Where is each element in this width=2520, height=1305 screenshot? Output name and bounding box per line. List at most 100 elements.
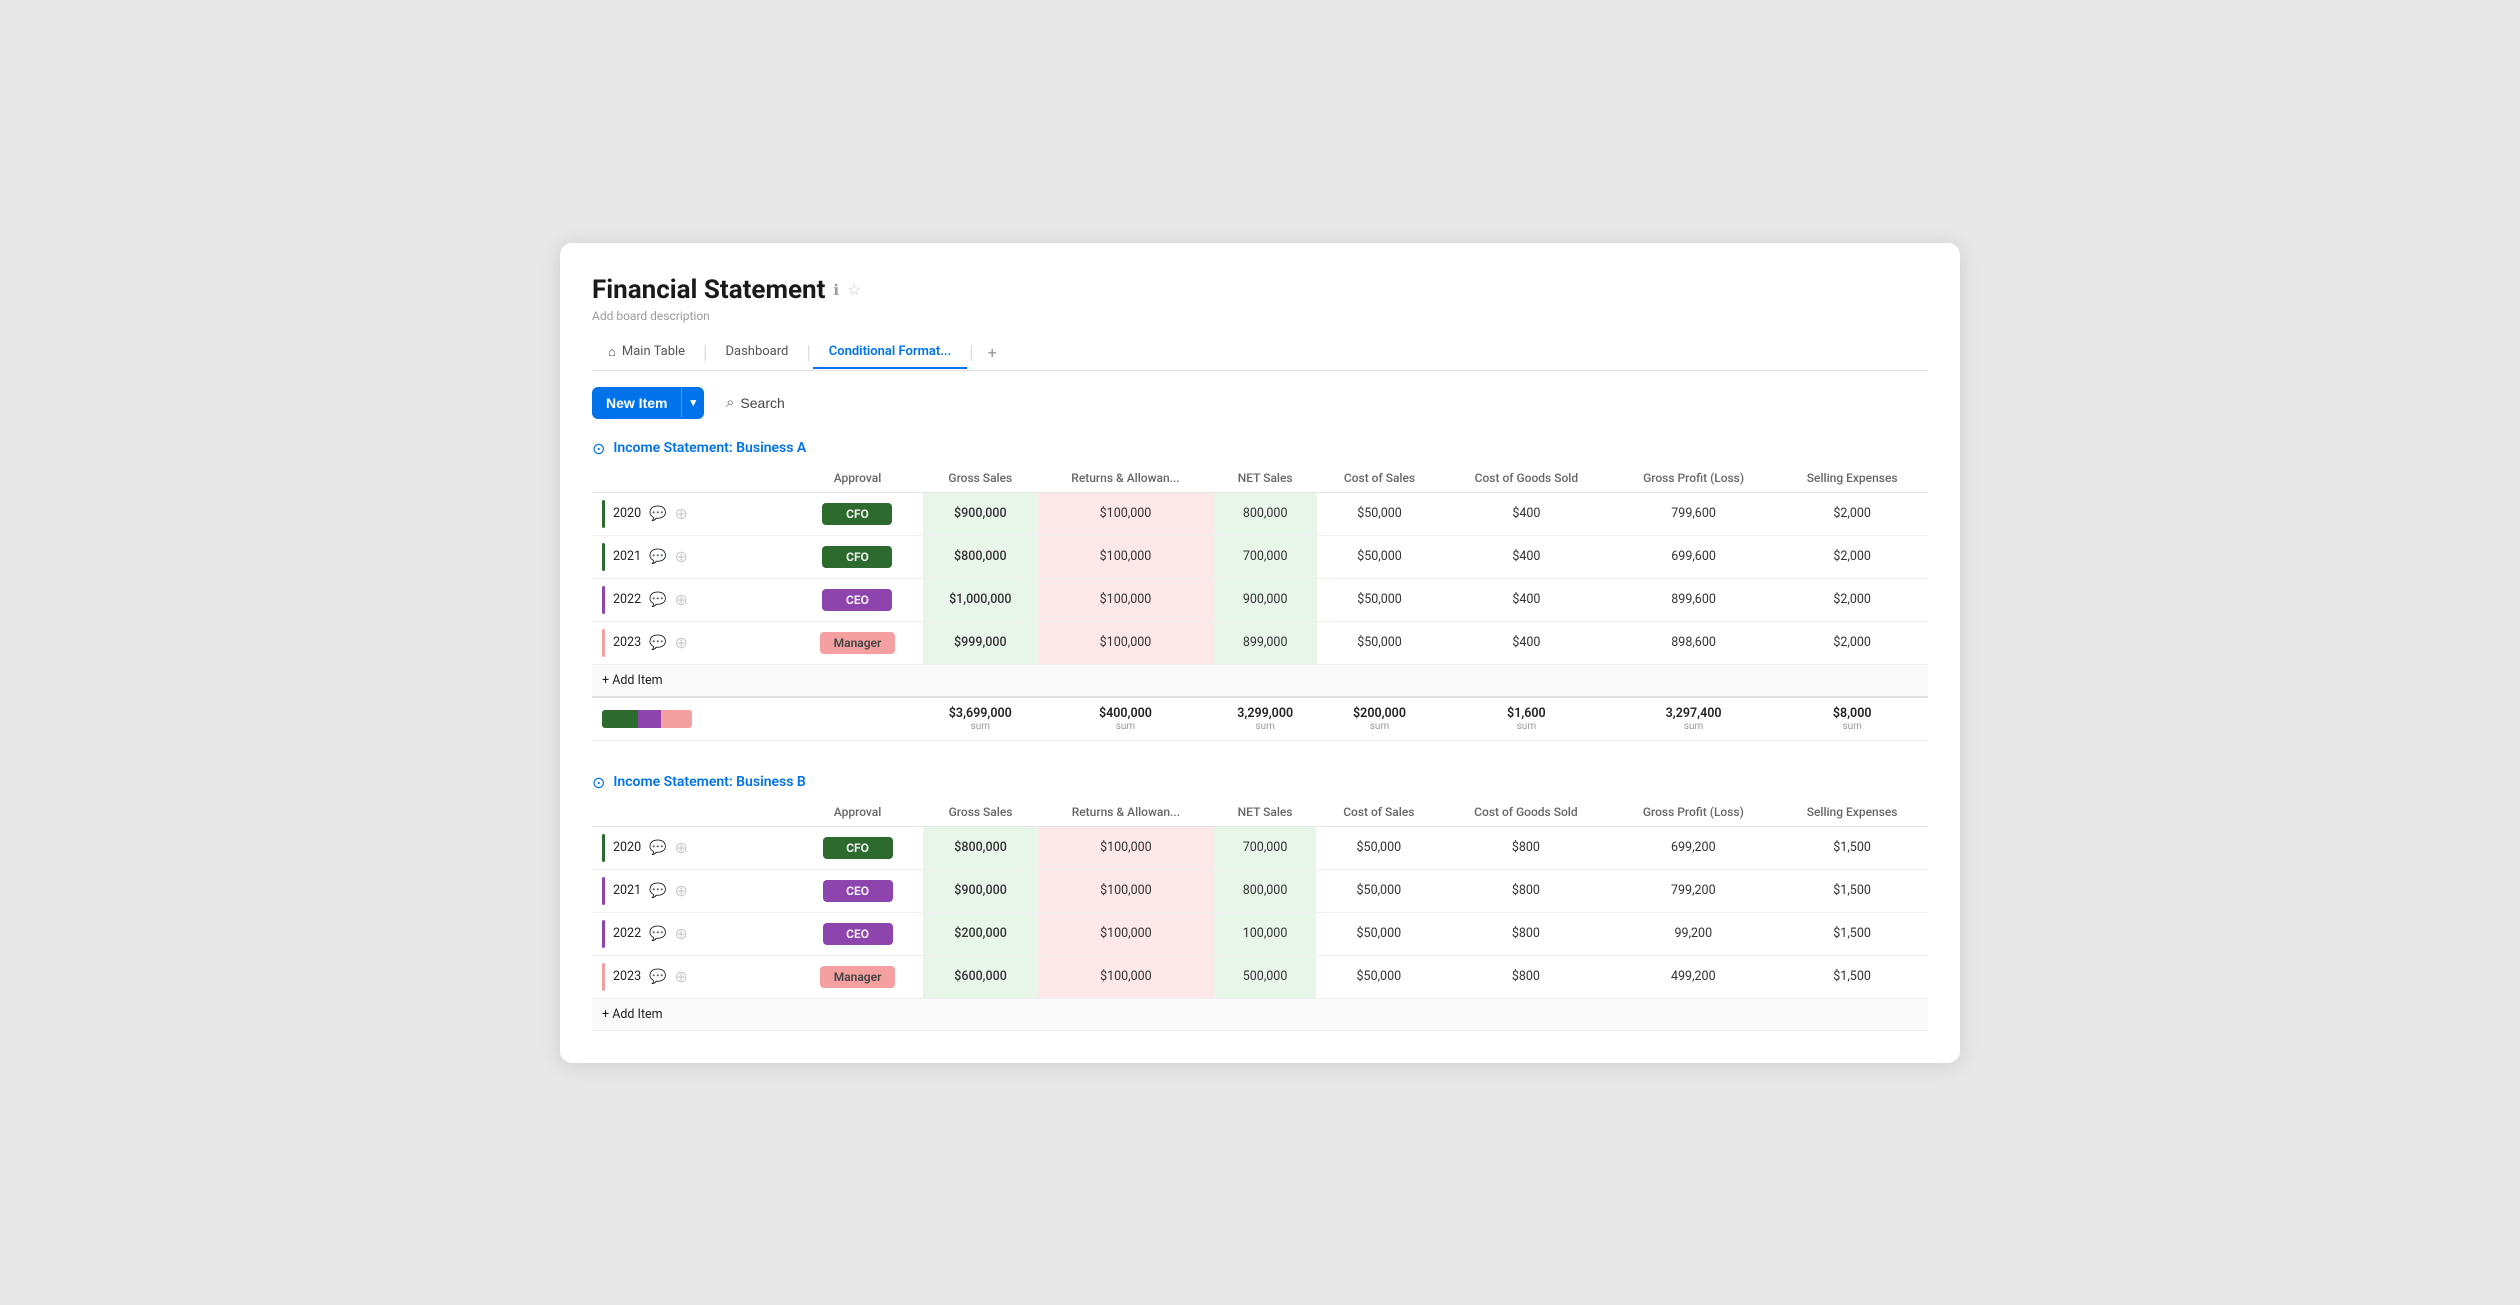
cell-returns: $100,000 — [1038, 535, 1214, 578]
comment-icon[interactable]: 💬 — [649, 883, 666, 899]
add-icon[interactable]: ⊕ — [675, 838, 688, 857]
col-header-cost-goods-b: Cost of Goods Sold — [1441, 798, 1610, 827]
new-item-caret[interactable]: ▾ — [681, 388, 704, 417]
tab-conditional-format-label: Conditional Format... — [829, 344, 952, 359]
section-header-a: ⊙ Income Statement: Business A — [592, 439, 1928, 458]
cell-cost-sales: $50,000 — [1317, 492, 1442, 535]
cell-cost-goods: $400 — [1442, 578, 1611, 621]
cell-year: 2021 💬 ⊕ — [592, 535, 792, 578]
table-row: 2021 💬 ⊕ CFO $800,000 $100,000 700,000 $… — [592, 535, 1928, 578]
cell-gross-profit: 699,600 — [1611, 535, 1777, 578]
add-item-label[interactable]: + Add Item — [592, 998, 1928, 1030]
approval-badge: CFO — [822, 503, 892, 525]
chevron-b-icon[interactable]: ⊙ — [592, 773, 605, 792]
summary-gross-sales: $3,699,000 sum — [923, 697, 1038, 741]
cell-cost-sales: $50,000 — [1317, 535, 1442, 578]
tab-main-table[interactable]: ⌂ Main Table — [592, 336, 701, 370]
cell-year: 2020 💬 ⊕ — [592, 492, 792, 535]
cell-cost-sales: $50,000 — [1317, 621, 1442, 664]
cell-gross-profit: 799,600 — [1611, 492, 1777, 535]
comment-icon[interactable]: 💬 — [649, 592, 666, 608]
search-icon: ⌕ — [726, 394, 734, 411]
home-icon: ⌂ — [608, 344, 616, 360]
summary-row: $3,699,000 sum $400,000 sum 3,299,000 su… — [592, 697, 1928, 741]
approval-badge: Manager — [820, 966, 896, 988]
cell-returns: $100,000 — [1038, 578, 1214, 621]
cell-net-sales: 700,000 — [1214, 826, 1317, 869]
search-button[interactable]: ⌕ Search — [716, 388, 795, 417]
table-row: 2022 💬 ⊕ CEO $1,000,000 $100,000 900,000… — [592, 578, 1928, 621]
cell-returns: $100,000 — [1038, 826, 1214, 869]
cell-gross-profit: 99,200 — [1610, 912, 1776, 955]
tab-dashboard[interactable]: Dashboard — [709, 336, 804, 369]
table-row: 2023 💬 ⊕ Manager $999,000 $100,000 899,0… — [592, 621, 1928, 664]
cell-cost-sales: $50,000 — [1316, 912, 1441, 955]
tab-conditional-format[interactable]: Conditional Format... — [813, 336, 968, 369]
approval-badge: CEO — [823, 880, 893, 902]
table-business-b: Approval Gross Sales Returns & Allowan..… — [592, 798, 1928, 1031]
add-item-row[interactable]: + Add Item — [592, 998, 1928, 1030]
summary-color-cell — [592, 697, 792, 741]
approval-badge: CFO — [822, 546, 892, 568]
cell-approval: CEO — [792, 912, 923, 955]
comment-icon[interactable]: 💬 — [649, 549, 666, 565]
col-header-approval-a: Approval — [792, 464, 923, 493]
cell-net-sales: 700,000 — [1213, 535, 1317, 578]
cell-year: 2020 💬 ⊕ — [592, 826, 792, 869]
cell-approval: Manager — [792, 621, 923, 664]
col-header-gross-sales-b: Gross Sales — [923, 798, 1038, 827]
summary-gross-profit: 3,297,400 sum — [1611, 697, 1777, 741]
add-icon[interactable]: ⊕ — [675, 881, 688, 900]
star-icon[interactable]: ☆ — [847, 280, 861, 299]
add-item-row[interactable]: + Add Item — [592, 664, 1928, 697]
cell-selling-exp: $2,000 — [1776, 492, 1928, 535]
info-icon[interactable]: ℹ — [833, 281, 839, 299]
chevron-a-icon[interactable]: ⊙ — [592, 439, 605, 458]
cell-net-sales: 800,000 — [1214, 869, 1317, 912]
new-item-button[interactable]: New Item ▾ — [592, 387, 704, 419]
col-header-returns-a: Returns & Allowan... — [1038, 464, 1214, 493]
page-title: Financial Statement — [592, 275, 825, 305]
comment-icon[interactable]: 💬 — [649, 840, 666, 856]
tab-add-button[interactable]: + — [976, 335, 1009, 370]
summary-approval-spacer — [792, 697, 923, 741]
cell-approval: CEO — [792, 869, 923, 912]
cell-approval: CEO — [792, 578, 923, 621]
add-icon[interactable]: ⊕ — [675, 967, 688, 986]
add-icon[interactable]: ⊕ — [675, 590, 688, 609]
cell-selling-exp: $1,500 — [1776, 826, 1928, 869]
col-header-cost-sales-b: Cost of Sales — [1316, 798, 1441, 827]
cell-cost-goods: $800 — [1441, 869, 1610, 912]
add-icon[interactable]: ⊕ — [675, 924, 688, 943]
cell-year: 2022 💬 ⊕ — [592, 578, 792, 621]
comment-icon[interactable]: 💬 — [649, 506, 666, 522]
cell-net-sales: 500,000 — [1214, 955, 1317, 998]
comment-icon[interactable]: 💬 — [649, 635, 666, 651]
comment-icon[interactable]: 💬 — [649, 926, 666, 942]
col-header-approval-b: Approval — [792, 798, 923, 827]
cell-year: 2023 💬 ⊕ — [592, 621, 792, 664]
add-icon[interactable]: ⊕ — [675, 633, 688, 652]
approval-badge: Manager — [820, 632, 896, 654]
cell-net-sales: 900,000 — [1213, 578, 1317, 621]
add-icon[interactable]: ⊕ — [675, 504, 688, 523]
board-description[interactable]: Add board description — [592, 309, 1928, 323]
cell-gross-sales: $999,000 — [923, 621, 1038, 664]
cell-cost-goods: $400 — [1442, 535, 1611, 578]
col-header-cost-goods-a: Cost of Goods Sold — [1442, 464, 1611, 493]
cell-cost-sales: $50,000 — [1317, 578, 1442, 621]
tabs-row: ⌂ Main Table | Dashboard | Conditional F… — [592, 335, 1928, 371]
cell-cost-sales: $50,000 — [1316, 869, 1441, 912]
section-title-a: Income Statement: Business A — [613, 440, 806, 456]
add-item-label[interactable]: + Add Item — [592, 664, 1928, 697]
summary-cost-goods: $1,600 sum — [1442, 697, 1611, 741]
cell-returns: $100,000 — [1038, 492, 1214, 535]
col-header-gross-sales-a: Gross Sales — [923, 464, 1038, 493]
cell-gross-profit: 899,600 — [1611, 578, 1777, 621]
app-container: Financial Statement ℹ ☆ Add board descri… — [560, 243, 1960, 1063]
cell-gross-sales: $800,000 — [923, 535, 1038, 578]
cell-year: 2023 💬 ⊕ — [592, 955, 792, 998]
comment-icon[interactable]: 💬 — [649, 969, 666, 985]
add-icon[interactable]: ⊕ — [675, 547, 688, 566]
search-label: Search — [740, 395, 784, 411]
